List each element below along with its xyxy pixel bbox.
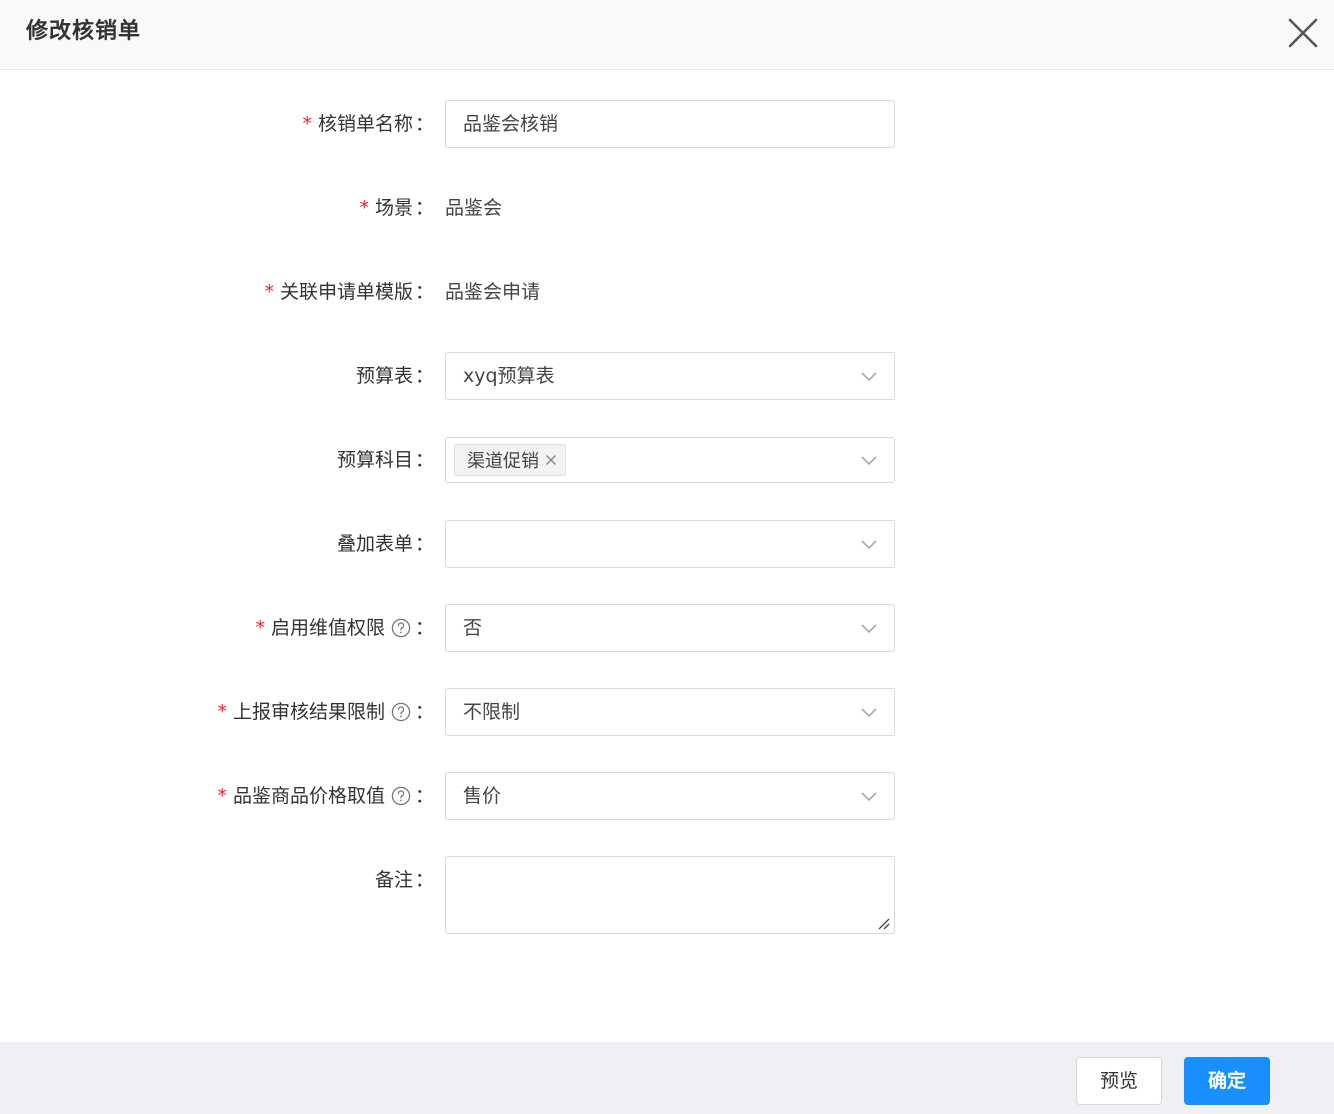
resize-handle-icon[interactable] [877, 917, 891, 931]
required-mark: * [359, 197, 369, 219]
template-value: 品鉴会申请 [445, 281, 541, 303]
budget-subject-tag: 渠道促销 [454, 444, 566, 476]
form-row-remark: 备注 ： [0, 856, 1334, 936]
dimension-permission-selected-value: 否 [463, 617, 483, 639]
dimension-permission-select[interactable]: 否 [445, 604, 895, 652]
chevron-down-icon [861, 792, 877, 802]
form-row-name: * 核销单名称 ： 品鉴会核销 [0, 100, 1334, 148]
dialog-title: 修改核销单 [26, 19, 142, 44]
audit-limit-label: * 上报审核结果限制 ： [217, 688, 434, 736]
form-row-template: * 关联申请单模版 ： 品鉴会申请 [0, 268, 1334, 316]
price-value-label: * 品鉴商品价格取值 ： [217, 772, 434, 820]
name-input-value: 品鉴会核销 [463, 113, 559, 135]
preview-button[interactable]: 预览 [1076, 1057, 1162, 1105]
audit-limit-selected-value: 不限制 [463, 701, 521, 723]
required-mark: * [264, 281, 274, 303]
chevron-down-icon [861, 540, 877, 550]
dimension-permission-label: * 启用维值权限 ： [255, 604, 434, 652]
form-row-price-value: * 品鉴商品价格取值 ： 售价 [0, 772, 1334, 820]
form-row-budget-subject: 预算科目 ： 渠道促销 [0, 436, 1334, 484]
question-circle-icon[interactable] [391, 702, 411, 722]
name-input[interactable]: 品鉴会核销 [445, 100, 895, 148]
close-icon[interactable] [545, 454, 557, 466]
required-mark: * [217, 701, 227, 723]
dialog-header: 修改核销单 [0, 0, 1334, 70]
form-row-dimension: * 启用维值权限 ： 否 [0, 604, 1334, 652]
question-circle-icon[interactable] [391, 618, 411, 638]
question-circle-icon[interactable] [391, 786, 411, 806]
close-icon[interactable] [1286, 16, 1320, 50]
chevron-down-icon [861, 708, 877, 718]
budget-subject-label: 预算科目 ： [336, 449, 434, 471]
overlay-form-select[interactable] [445, 520, 895, 568]
remark-label: 备注 ： [374, 869, 434, 891]
budget-table-selected-value: xyq预算表 [463, 365, 555, 387]
budget-subject-multiselect[interactable]: 渠道促销 [445, 437, 895, 483]
form-row-scene: * 场景 ： 品鉴会 [0, 184, 1334, 232]
form-row-overlay: 叠加表单 ： [0, 520, 1334, 568]
budget-table-select[interactable]: xyq预算表 [445, 352, 895, 400]
required-mark: * [217, 785, 227, 807]
required-mark: * [302, 113, 312, 135]
scene-value: 品鉴会 [445, 197, 503, 219]
verification-form: * 核销单名称 ： 品鉴会核销 * 场景 ： 品鉴会 * 关联申请单模版 ： 品… [0, 70, 1334, 1042]
dialog-footer: 预览 确定 [0, 1042, 1334, 1114]
overlay-form-label: 叠加表单 ： [336, 533, 434, 555]
name-label: * 核销单名称 ： [302, 100, 434, 148]
chevron-down-icon [861, 372, 877, 382]
chevron-down-icon [861, 456, 877, 466]
form-row-budget-table: 预算表 ： xyq预算表 [0, 352, 1334, 400]
price-value-select[interactable]: 售价 [445, 772, 895, 820]
chevron-down-icon [861, 624, 877, 634]
remark-textarea[interactable] [445, 856, 895, 934]
template-label: * 关联申请单模版 ： [264, 268, 434, 316]
audit-limit-select[interactable]: 不限制 [445, 688, 895, 736]
budget-table-label: 预算表 ： [355, 365, 434, 387]
form-row-audit-limit: * 上报审核结果限制 ： 不限制 [0, 688, 1334, 736]
price-value-selected-value: 售价 [463, 785, 502, 807]
scene-label: * 场景 ： [359, 184, 434, 232]
required-mark: * [255, 617, 265, 639]
confirm-button[interactable]: 确定 [1184, 1057, 1270, 1105]
